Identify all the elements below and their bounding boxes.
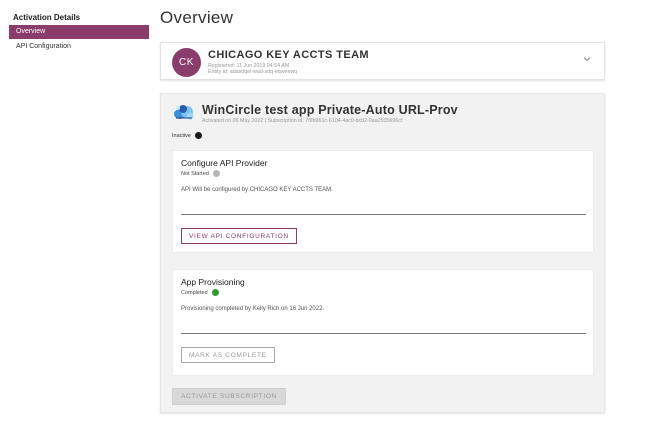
app-title: WinCircle test app Private-Auto URL-Prov [202,103,458,117]
app-provisioning-title: App Provisioning [181,277,245,287]
api-provider-panel: Configure API Provider Not Started API W… [172,150,594,253]
mark-as-complete-button[interactable]: MARK AS COMPLETE [181,347,275,363]
subscription-status: Inactive [172,132,202,139]
api-provider-status-label: Not Started [181,170,209,177]
view-api-configuration-button[interactable]: VIEW API CONFIGURATION [181,228,297,244]
sidebar: Activation Details Overview API Configur… [0,0,152,447]
app-provisioning-panel: App Provisioning Completed Provisioning … [172,269,594,376]
chevron-down-icon[interactable] [582,54,592,64]
activate-subscription-button[interactable]: ACTIVATE SUBSCRIPTION [172,388,287,405]
divider [181,333,586,334]
sidebar-item-api-configuration[interactable]: API Configuration [9,40,149,54]
team-entity-id: Entity id: adasdqei-wad-sdq-eqweewq [208,69,298,75]
status-dot-icon [211,289,219,296]
api-provider-title: Configure API Provider [181,158,268,168]
team-name: CHICAGO KEY ACCTS TEAM [208,49,369,61]
page-title: Overview [160,8,234,27]
status-dot-icon [194,132,202,139]
app-provisioning-description: Provisioning completed by Kelly Rich on … [181,306,325,312]
app-logo-icon [174,105,194,120]
team-card[interactable]: CK CHICAGO KEY ACCTS TEAM Registered: 11… [160,42,605,80]
subscription-meta: Activated on 06 May 2022 | Subscription … [202,118,403,124]
app-provisioning-status-label: Completed [181,289,208,296]
sidebar-item-overview[interactable]: Overview [9,25,149,39]
api-provider-status: Not Started [181,170,220,177]
app-provisioning-status: Completed [181,289,219,296]
divider [181,214,586,215]
sidebar-title: Activation Details [13,13,81,22]
avatar: CK [172,48,201,77]
subscription-status-label: Inactive [172,132,191,139]
api-provider-description: API Will be configured by CHICAGO KEY AC… [181,187,333,193]
status-dot-icon [212,170,220,177]
subscription-card: WinCircle test app Private-Auto URL-Prov… [160,93,605,413]
